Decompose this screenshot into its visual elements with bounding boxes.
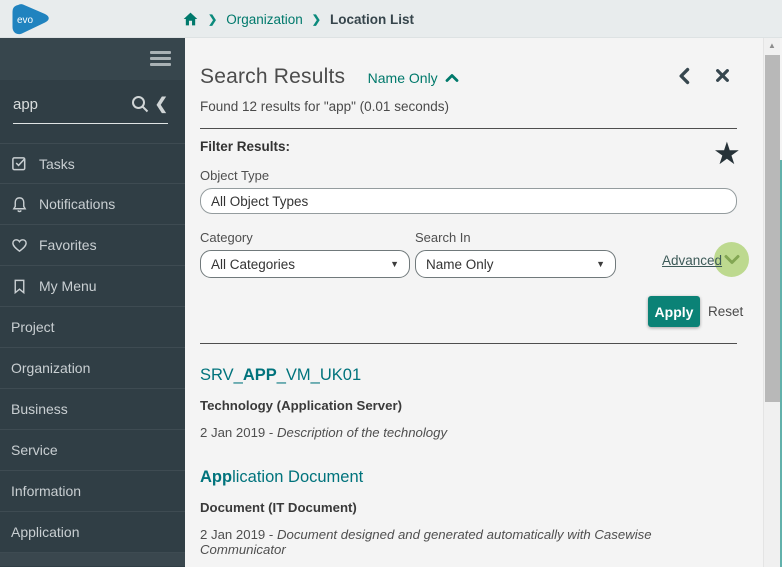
page-title: Search Results <box>200 65 346 88</box>
breadcrumb-location-list: Location List <box>329 11 414 27</box>
bookmark-icon <box>14 279 25 294</box>
search-icon[interactable] <box>130 94 150 114</box>
advanced-link[interactable]: Advanced <box>662 253 722 268</box>
sidebar-search: ❮ <box>13 94 168 124</box>
heart-icon <box>12 238 27 252</box>
result-date-line: 2 Jan 2019 - Document designed and gener… <box>200 527 737 557</box>
sidebar-item-project[interactable]: Project <box>0 307 185 348</box>
sidebar-item-label: Service <box>11 442 58 458</box>
search-in-label: Search In <box>415 230 471 245</box>
apply-button[interactable]: Apply <box>648 296 700 327</box>
result-description: Description of the technology <box>276 425 448 440</box>
close-button[interactable] <box>714 67 732 85</box>
hamburger-menu-icon[interactable] <box>150 51 171 69</box>
result-date: 2 Jan 2019 - <box>200 527 277 542</box>
sidebar-item-label: Application <box>11 524 80 540</box>
result-title-match: APP <box>242 366 277 384</box>
sidebar-item-label: Project <box>11 319 55 335</box>
sidebar-item-label: Information <box>11 483 82 499</box>
sidebar-item-label: Notifications <box>39 196 116 212</box>
scope-label: Name Only <box>367 70 438 86</box>
top-bar: evo ❯ Organization ❯ Location List <box>0 0 782 38</box>
home-icon[interactable] <box>182 11 199 27</box>
close-icon <box>716 69 729 82</box>
sidebar-item-business[interactable]: Business <box>0 389 185 430</box>
sidebar-item-organization[interactable]: Organization <box>0 348 185 389</box>
chevron-right-icon: ❯ <box>208 13 218 26</box>
result-type: Document (IT Document) <box>200 500 357 515</box>
search-result-item: SRV_APP_VM_UK01 Technology (Application … <box>200 366 737 440</box>
result-title-post: lication Document <box>232 468 364 486</box>
evo-logo[interactable]: evo <box>9 3 51 35</box>
sidebar-item-service[interactable]: Service <box>0 430 185 471</box>
search-input[interactable] <box>13 95 124 113</box>
sidebar-item-favorites[interactable]: Favorites <box>0 225 185 266</box>
filter-selects: Category All Categories ▼ Search In Name… <box>200 230 749 292</box>
sidebar-menu: Tasks Notifications Favorites My Menu Pr… <box>0 143 185 566</box>
reset-link[interactable]: Reset <box>708 304 743 319</box>
app-window: evo ❯ Organization ❯ Location List app ❮… <box>0 0 782 567</box>
chevron-down-icon <box>724 255 739 264</box>
scope-toggle[interactable]: Name Only <box>368 70 459 86</box>
sidebar-item-tasks[interactable]: Tasks <box>0 143 185 184</box>
breadcrumb: ❯ Organization ❯ Location List <box>182 0 414 38</box>
scrollbar-thumb[interactable] <box>765 55 780 402</box>
result-title-pre: SRV_ <box>200 366 243 384</box>
result-type: Technology (Application Server) <box>200 398 402 413</box>
sidebar-header <box>0 38 185 80</box>
chevron-up-icon <box>445 74 459 82</box>
breadcrumb-organization[interactable]: Organization <box>226 12 303 27</box>
results-summary: Found 12 results for "app" (0.01 seconds… <box>200 99 449 114</box>
category-label: Category <box>200 230 253 245</box>
result-date: 2 Jan 2019 - <box>200 425 277 440</box>
sidebar-collapse-icon[interactable]: ❮ <box>155 94 168 114</box>
results-header: Search Results Name Only <box>200 38 737 96</box>
scroll-up-arrow[interactable]: ▲ <box>764 38 780 54</box>
result-title-match: App <box>200 468 233 486</box>
search-in-select[interactable]: Name Only ▼ <box>415 250 616 278</box>
category-select[interactable]: All Categories ▼ <box>200 250 410 278</box>
caret-down-icon: ▼ <box>390 259 399 269</box>
vertical-scrollbar[interactable]: ▲ <box>763 38 780 567</box>
tasks-icon <box>12 157 26 171</box>
divider <box>200 343 737 344</box>
sidebar-item-label: Favorites <box>39 237 97 253</box>
chevron-right-icon: ❯ <box>311 13 321 26</box>
sidebar-item-my-menu[interactable]: My Menu <box>0 266 185 307</box>
sidebar-item-partial <box>0 553 185 566</box>
filter-heading: Filter Results: <box>200 139 291 154</box>
bell-icon <box>12 196 27 212</box>
filter-actions: Apply Reset <box>200 296 743 329</box>
sidebar-item-application[interactable]: Application <box>0 512 185 553</box>
sidebar-item-label: Business <box>11 401 68 417</box>
object-type-input[interactable] <box>200 188 737 214</box>
chevron-left-icon <box>679 67 690 85</box>
favorite-star-icon[interactable]: ★ <box>713 138 741 169</box>
caret-down-icon: ▼ <box>596 259 605 269</box>
sidebar: ❮ Tasks Notifications <box>0 38 185 567</box>
search-in-select-value: Name Only <box>426 256 494 272</box>
sidebar-item-notifications[interactable]: Notifications <box>0 184 185 225</box>
result-title-link[interactable]: Application Document <box>200 468 737 487</box>
category-select-value: All Categories <box>211 256 296 272</box>
sidebar-item-information[interactable]: Information <box>0 471 185 512</box>
sidebar-item-label: Organization <box>11 360 91 376</box>
search-result-item: Application Document Document (IT Docume… <box>200 468 737 557</box>
object-type-label: Object Type <box>200 168 270 183</box>
sidebar-item-label: Tasks <box>39 155 75 172</box>
result-title-post: _VM_UK01 <box>276 366 362 384</box>
back-button[interactable] <box>676 67 694 85</box>
sidebar-item-label: My Menu <box>39 278 97 294</box>
divider <box>200 128 737 129</box>
evo-logo-text: evo <box>17 15 34 26</box>
result-date-line: 2 Jan 2019 - Description of the technolo… <box>200 425 737 440</box>
filter-section: Filter Results: ★ Object Type Category A… <box>200 138 749 329</box>
search-results-panel: Search Results Name Only Found 12 result… <box>185 38 763 567</box>
result-title-link[interactable]: SRV_APP_VM_UK01 <box>200 366 737 385</box>
